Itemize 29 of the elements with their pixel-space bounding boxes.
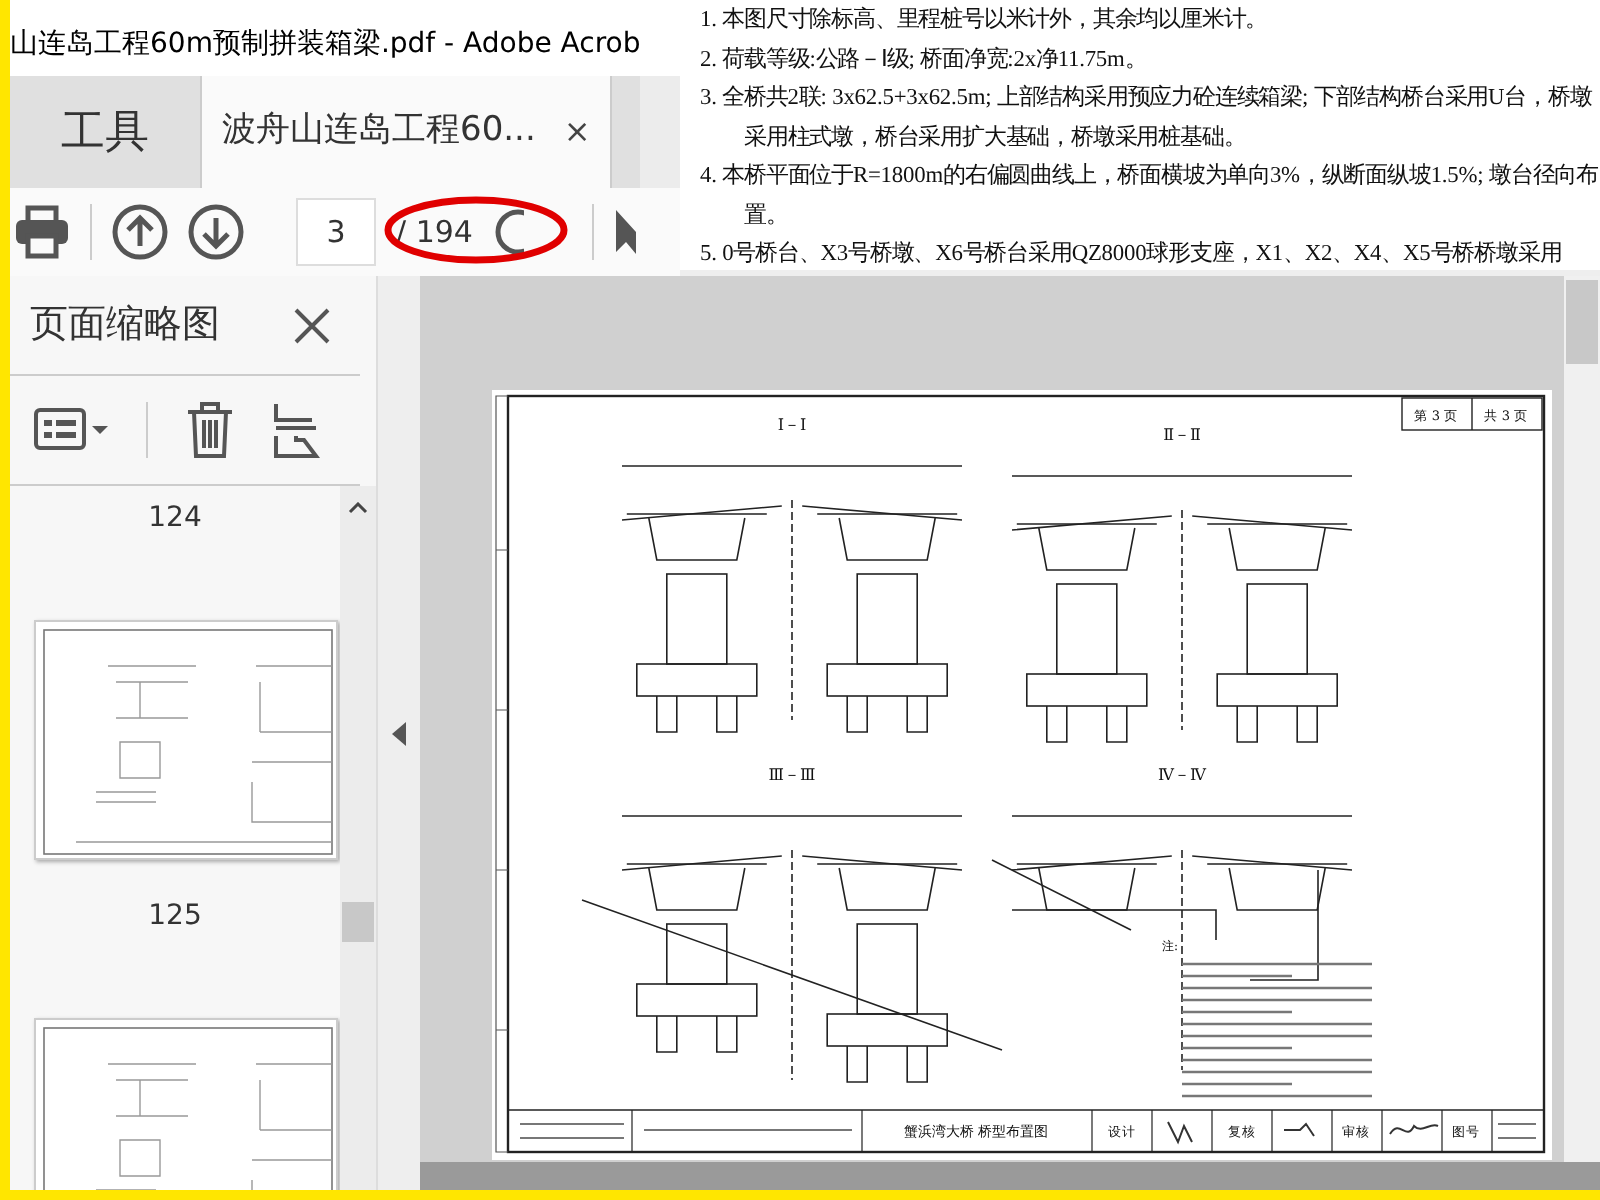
options-icon[interactable] bbox=[34, 406, 110, 454]
window-title: 山连岛工程60m预制拼装箱梁.pdf - Adobe Acrob bbox=[10, 0, 680, 76]
section-label: Ⅲ－Ⅲ bbox=[768, 766, 816, 784]
next-page-icon[interactable] bbox=[188, 204, 244, 260]
page-number-label: 124 bbox=[148, 500, 202, 538]
page-extract-icon[interactable] bbox=[272, 400, 320, 460]
zoom-icon[interactable] bbox=[492, 206, 525, 258]
cursor-icon[interactable] bbox=[614, 208, 639, 256]
horizontal-scrollbar[interactable] bbox=[420, 1162, 1600, 1190]
tab-close-button[interactable]: × bbox=[563, 108, 591, 156]
print-icon[interactable] bbox=[14, 204, 70, 260]
notes-excerpt: 1. 本图尺寸除标高、里程桩号以米计外，其余均以厘米计。 2. 荷载等级:公路－Ⅰ级; 桥面净宽:2x净11.75m。 3. 全桥共2联: 3x62.5+3x62.5m; 上部结构采用预应力砼连续箱梁; 下部结构桥台采用U台，桥墩采用柱式墩，桥台采用扩大基础，桥墩采用桩基础。 4. 本桥平面位于R=1800m的右偏圆曲线上，桥面横坡为单向3%，纵断面纵坡1.5%; 墩台径向布置。 5. 0号桥台、X3号桥墩、X6号桥台采用QZ8000球形支座，X1、X2、X4、X5号桥桥墩采用 bbox=[680, 0, 1600, 276]
tab[interactable]: 工具 bbox=[10, 76, 202, 188]
section-label: Ⅰ－Ⅰ bbox=[777, 416, 807, 434]
close-icon[interactable] bbox=[292, 305, 332, 345]
page-thumbnail[interactable] bbox=[33, 620, 337, 860]
panel-title: 页面缩略图 bbox=[30, 300, 220, 351]
page-number-field[interactable]: 3 bbox=[296, 198, 376, 266]
collapse-arrow-icon[interactable] bbox=[392, 721, 406, 745]
page-thumbnail[interactable] bbox=[33, 1018, 337, 1190]
section-label: Ⅱ－Ⅱ bbox=[1163, 426, 1201, 444]
tab[interactable]: 波舟山连岛工程60... × bbox=[202, 76, 613, 188]
section-label: Ⅳ－Ⅳ bbox=[1158, 766, 1206, 784]
scroll-up-icon[interactable] bbox=[348, 502, 368, 514]
scrollbar-thumb[interactable] bbox=[342, 902, 374, 942]
trash-icon[interactable] bbox=[184, 400, 236, 460]
previous-page-icon[interactable] bbox=[112, 204, 168, 260]
page-number-label: 125 bbox=[148, 898, 202, 936]
scrollbar-thumb[interactable] bbox=[1566, 280, 1598, 364]
